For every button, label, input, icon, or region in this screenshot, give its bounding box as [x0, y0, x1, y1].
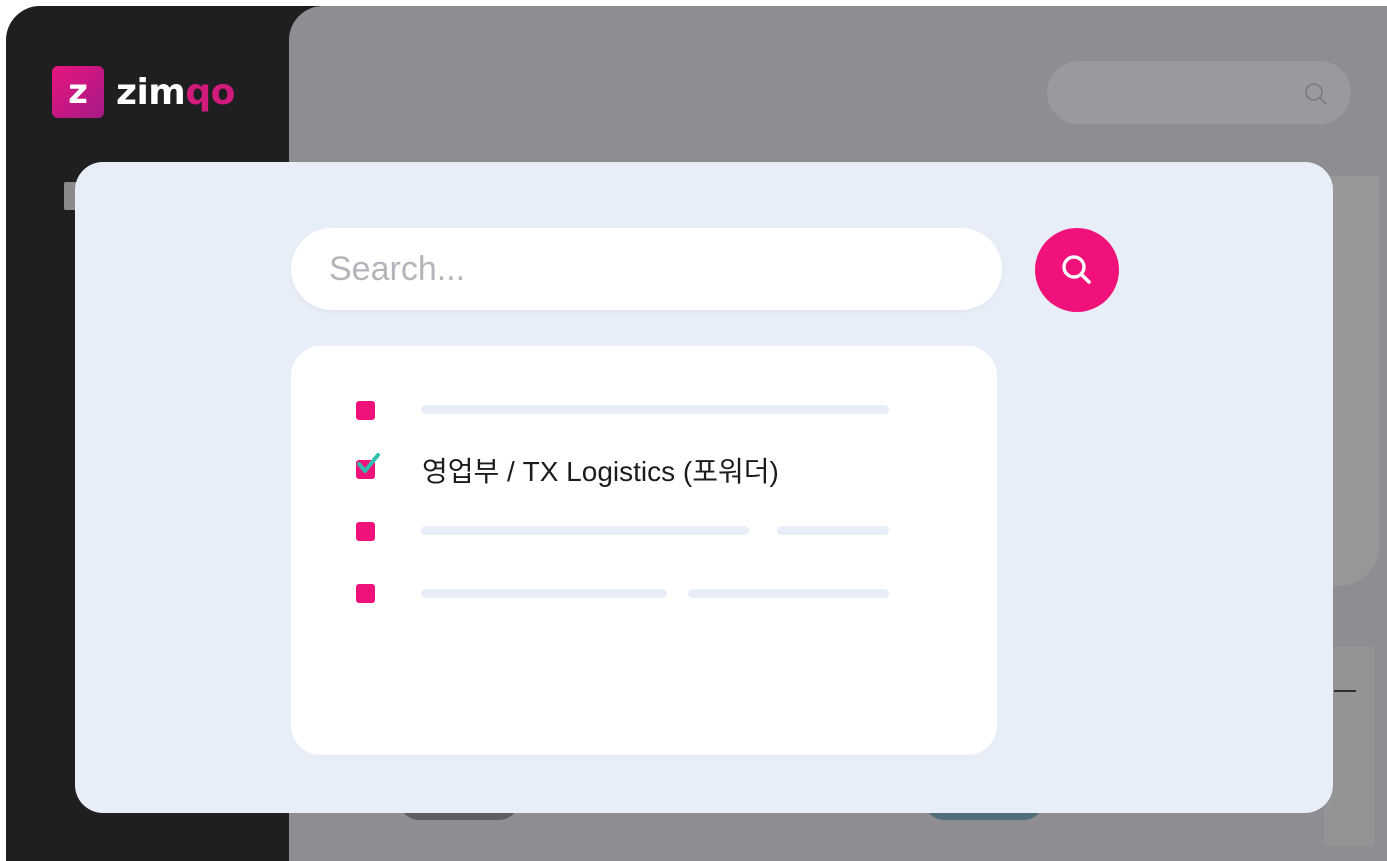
- search-icon: [1305, 83, 1327, 105]
- placeholder-line: [421, 589, 667, 598]
- search-input[interactable]: [291, 228, 1002, 310]
- search-icon: [1062, 255, 1091, 284]
- logo-wordmark: zimqo: [116, 72, 235, 113]
- list-item[interactable]: [356, 584, 375, 603]
- app-logo[interactable]: z zimqo: [52, 66, 235, 118]
- checkbox-checked[interactable]: [356, 453, 380, 479]
- results-list: 영업부 / TX Logistics (포워더): [291, 346, 997, 755]
- search-modal: 영업부 / TX Logistics (포워더): [75, 162, 1333, 813]
- list-item[interactable]: [356, 522, 375, 541]
- checkbox[interactable]: [356, 522, 375, 541]
- logo-mark: z: [52, 66, 104, 118]
- placeholder-line: [777, 526, 889, 535]
- background-search-bar: [1047, 61, 1351, 124]
- checkbox[interactable]: [356, 584, 375, 603]
- placeholder-line: [688, 589, 889, 598]
- logo-wordmark-start: zim: [116, 71, 186, 113]
- background-divider: [1334, 690, 1356, 692]
- search-button[interactable]: [1035, 228, 1119, 312]
- list-item[interactable]: [356, 453, 380, 479]
- list-item-label: 영업부 / TX Logistics (포워더): [422, 456, 779, 487]
- logo-wordmark-accent: qo: [185, 71, 235, 113]
- checkbox[interactable]: [356, 401, 375, 420]
- check-icon: [357, 453, 380, 473]
- list-item[interactable]: [356, 401, 375, 420]
- placeholder-line: [421, 526, 749, 535]
- placeholder-line: [421, 405, 889, 414]
